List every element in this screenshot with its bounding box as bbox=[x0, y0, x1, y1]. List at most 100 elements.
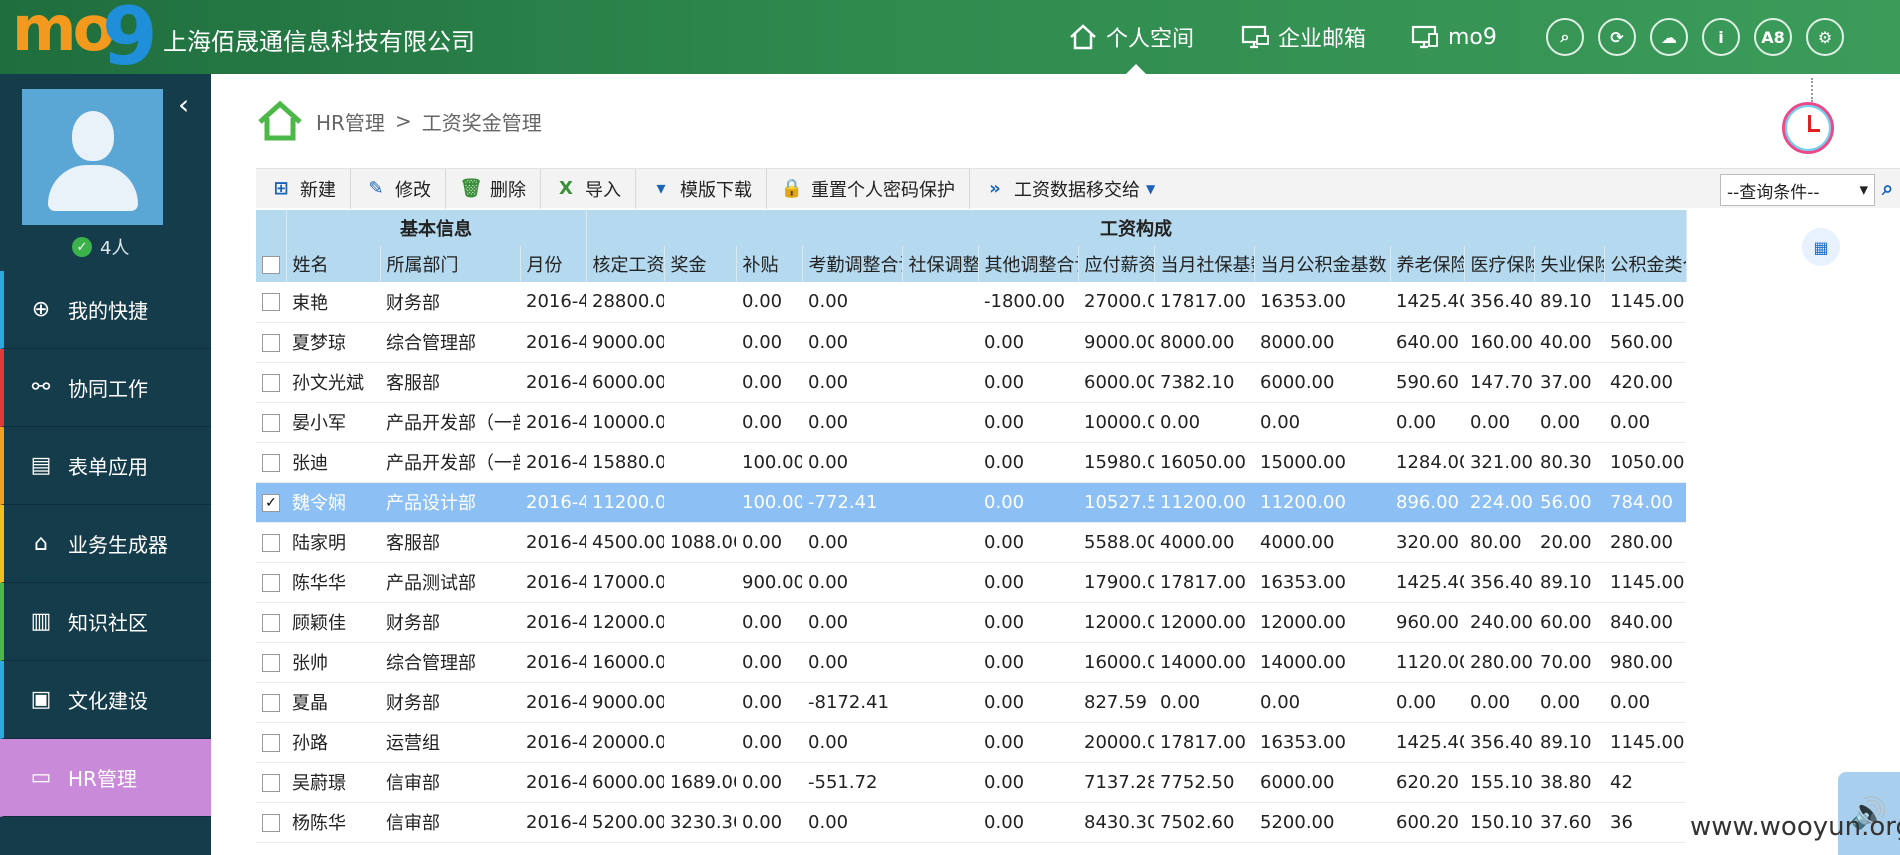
row-checkbox[interactable] bbox=[262, 373, 280, 392]
table-cell bbox=[664, 722, 737, 763]
sidebar-item[interactable]: ⊕ 我的快捷 bbox=[0, 271, 211, 349]
table-row[interactable]: 陈华华产品测试部2016-417000.00900.000.000.001790… bbox=[256, 562, 1687, 603]
row-checkbox[interactable] bbox=[262, 613, 280, 632]
font-size-icon[interactable]: A8 bbox=[1754, 18, 1792, 56]
column-header[interactable]: 奖金 bbox=[664, 246, 737, 282]
table-row[interactable]: 顾颖佳财务部2016-412000.000.000.000.0012000.00… bbox=[256, 602, 1687, 643]
table-row[interactable]: ✓魏令娴产品设计部2016-411200.00100.00-772.410.00… bbox=[256, 482, 1687, 523]
table-cell: 信审部 bbox=[380, 762, 520, 803]
column-header[interactable]: 养老保险 bbox=[1390, 246, 1465, 282]
collapse-sidebar-icon[interactable]: ‹ bbox=[178, 88, 189, 121]
cloud-icon[interactable]: ☁ bbox=[1650, 18, 1688, 56]
row-checkbox[interactable] bbox=[262, 573, 280, 592]
table-cell: 0.00 bbox=[978, 562, 1079, 603]
table-row[interactable]: 张迪产品开发部（一部）2016-415880.00100.000.000.001… bbox=[256, 442, 1687, 483]
row-checkbox[interactable] bbox=[262, 653, 280, 672]
avatar[interactable] bbox=[22, 89, 163, 225]
toolbar-button[interactable]: 🗑 删除 bbox=[446, 168, 541, 209]
table-cell: 2016-4 bbox=[520, 722, 587, 763]
table-cell: 束艳 bbox=[286, 282, 380, 323]
table-row[interactable]: 陆家明客服部2016-44500.001088.000.000.000.0055… bbox=[256, 522, 1687, 563]
column-header[interactable]: 公积金类个 bbox=[1604, 246, 1687, 282]
online-users[interactable]: ✓ 4人 bbox=[72, 234, 129, 260]
table-cell: -772.41 bbox=[802, 482, 903, 523]
column-header[interactable]: 考勤调整合计 bbox=[802, 246, 903, 282]
toolbar-button[interactable]: » 工资数据移交给 ▼ bbox=[970, 169, 1169, 209]
table-group-header: 基本信息 工资构成 bbox=[256, 210, 1687, 246]
table-cell: 10000.00 bbox=[1078, 402, 1155, 443]
sidebar-item[interactable]: ▥ 知识社区 bbox=[0, 583, 211, 661]
toolbar-button[interactable]: ✎ 修改 bbox=[351, 168, 446, 209]
table-row[interactable]: 束艳财务部2016-428800.00 0.000.00 -1800.0027000… bbox=[256, 282, 1687, 323]
table-cell bbox=[902, 602, 979, 643]
table-row[interactable]: 孙路运营组2016-420000.000.000.000.0020000.001… bbox=[256, 722, 1687, 763]
table-cell: 16353.00 bbox=[1254, 562, 1391, 603]
column-header[interactable]: 姓名 bbox=[286, 246, 381, 282]
table-cell: 37.00 bbox=[1534, 362, 1605, 403]
row-checkbox[interactable] bbox=[262, 293, 280, 312]
toolbar-button[interactable]: 🔒 重置个人密码保护 bbox=[767, 168, 970, 209]
nav-enterprise-mail[interactable]: 企业邮箱 bbox=[1240, 0, 1366, 74]
toolbar-button[interactable]: X 导入 bbox=[541, 168, 636, 209]
table-row[interactable]: 晏小军产品开发部（一部）2016-410000.000.000.000.0010… bbox=[256, 402, 1687, 443]
table-row[interactable]: 夏晶 财务部 2016-4 9000.00 0.00 -8172.41 0.00 827.59… bbox=[256, 682, 1687, 723]
row-checkbox[interactable] bbox=[262, 813, 280, 832]
column-header[interactable]: 其他调整合计 bbox=[978, 246, 1079, 282]
info-icon[interactable]: i bbox=[1702, 18, 1740, 56]
row-checkbox[interactable] bbox=[262, 693, 280, 712]
row-checkbox[interactable] bbox=[262, 533, 280, 552]
clock-icon[interactable] bbox=[1782, 102, 1834, 154]
row-checkbox[interactable] bbox=[262, 773, 280, 792]
table-cell: 2016-4 bbox=[520, 402, 587, 443]
table-cell: 900.00 bbox=[736, 562, 803, 603]
column-header[interactable]: 补贴 bbox=[736, 246, 803, 282]
toolbar-button[interactable]: ⊞ 新建 bbox=[256, 168, 351, 209]
column-header[interactable]: 核定工资 bbox=[586, 246, 665, 282]
toolbar-button[interactable]: ▾ 模版下载 bbox=[636, 168, 767, 209]
refresh-icon[interactable]: ⟳ bbox=[1598, 18, 1636, 56]
table-row[interactable]: 张帅综合管理部2016-416000.000.000.000.0016000.0… bbox=[256, 642, 1687, 683]
sidebar-item[interactable]: ⌂ 业务生成器 bbox=[0, 505, 211, 583]
table-row[interactable]: 吴蔚璟信审部2016-46000.001689.000.00-551.720.0… bbox=[256, 762, 1687, 803]
sidebar-item[interactable]: ▭ HR管理 bbox=[0, 739, 211, 817]
header-tool-icons: ▦ ⌕ ⟳ ☁ i A8 ⚙ bbox=[1546, 18, 1844, 266]
table-row[interactable]: 杨陈华信审部2016-45200.003230.300.000.000.0084… bbox=[256, 802, 1687, 843]
row-checkbox[interactable]: ✓ bbox=[262, 493, 280, 512]
table-cell: 5200.00 bbox=[1254, 802, 1391, 843]
row-checkbox[interactable] bbox=[262, 733, 280, 752]
table-cell: 0.00 bbox=[802, 362, 903, 403]
row-checkbox[interactable] bbox=[262, 453, 280, 472]
query-conditions-select[interactable]: --查询条件-- ▾ bbox=[1720, 174, 1875, 206]
nav-mo9[interactable]: mo9 bbox=[1410, 0, 1497, 74]
breadcrumb-root[interactable]: HR管理 bbox=[316, 107, 385, 136]
table-row[interactable]: 孙文光斌 客服部 2016-4 6000.00 0.00 0.00 0.00 6000.00 7… bbox=[256, 362, 1687, 403]
table-cell: 0.00 bbox=[978, 682, 1079, 723]
company-logo[interactable]: mo 9 bbox=[12, 0, 162, 83]
sidebar-item[interactable]: ▣ 文化建设 bbox=[0, 661, 211, 739]
table-cell: 0.00 bbox=[802, 562, 903, 603]
nav-personal-space[interactable]: 个人空间 bbox=[1068, 0, 1194, 74]
column-header[interactable]: 当月社保基数 bbox=[1154, 246, 1255, 282]
column-header[interactable]: 医疗保险 bbox=[1464, 246, 1535, 282]
sidebar-item[interactable]: ⚯ 协同工作 bbox=[0, 349, 211, 427]
select-all-checkbox[interactable] bbox=[261, 255, 280, 274]
column-header[interactable]: 所属部门 bbox=[380, 246, 521, 282]
column-header[interactable]: 失业保险 bbox=[1534, 246, 1605, 282]
settings-gear-icon[interactable]: ⚙ bbox=[1806, 18, 1844, 56]
table-cell: 0.00 bbox=[802, 802, 903, 843]
column-header[interactable]: 月份 bbox=[520, 246, 587, 282]
table-cell: 356.40 bbox=[1464, 722, 1535, 763]
column-header[interactable]: 社保调整 bbox=[902, 246, 979, 282]
breadcrumb-home-icon[interactable] bbox=[256, 100, 304, 142]
sidebar-item[interactable]: ▤ 表单应用 bbox=[0, 427, 211, 505]
table-cell: 2016-4 bbox=[520, 762, 587, 803]
column-header[interactable]: 应付薪资 bbox=[1078, 246, 1155, 282]
row-checkbox[interactable] bbox=[262, 333, 280, 352]
column-header[interactable]: 当月公积金基数 bbox=[1254, 246, 1391, 282]
search-icon[interactable]: ⌕ bbox=[1546, 18, 1584, 56]
table-cell: 321.00 bbox=[1464, 442, 1535, 483]
row-checkbox[interactable] bbox=[262, 413, 280, 432]
query-search-icon[interactable]: ⌕ bbox=[1882, 176, 1893, 200]
table-row[interactable]: 夏梦琼 综合管理部 2016-4 9000.00 0.00 0.00 0.00 9000.00… bbox=[256, 322, 1687, 363]
table-cell bbox=[664, 682, 737, 723]
